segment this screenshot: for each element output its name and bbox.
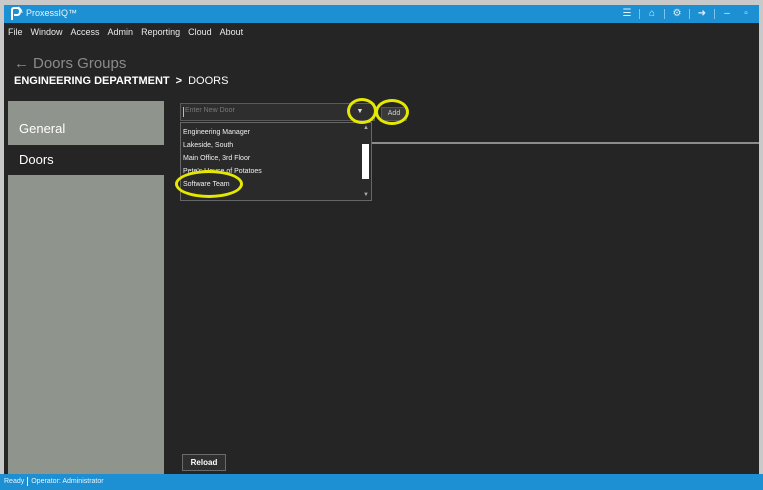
new-door-placeholder: Enter New Door (185, 107, 235, 114)
app-logo-icon (11, 6, 23, 20)
reload-button[interactable]: Reload (182, 454, 226, 471)
scroll-thumb[interactable] (362, 144, 369, 179)
title-bar: ProxessIQ™ ☰ ⌂ ⚙ ➜ – ▫ (4, 5, 759, 23)
list-item[interactable]: Engineering Manager (182, 126, 360, 139)
menu-cloud[interactable]: Cloud (184, 25, 216, 39)
window-title: ProxessIQ™ (26, 8, 78, 18)
dropdown-scrollbar[interactable]: ▲ ▼ (361, 124, 370, 199)
home-icon[interactable]: ⌂ (645, 8, 659, 20)
list-item[interactable]: Lakeside, South (182, 139, 360, 152)
minimize-icon[interactable]: – (720, 8, 734, 20)
breadcrumb-separator: > (175, 75, 183, 87)
menu-access[interactable]: Access (67, 25, 104, 39)
menu-window[interactable]: Window (27, 25, 67, 39)
highlight-circle-dropdown (347, 98, 377, 124)
side-nav: General Doors (8, 101, 164, 474)
new-door-combobox[interactable]: Enter New Door ▼ (180, 103, 375, 121)
back-arrow-icon: ← (14, 55, 29, 72)
scroll-down-icon[interactable]: ▼ (362, 191, 370, 199)
breadcrumb-group[interactable]: ENGINEERING DEPARTMENT (14, 75, 170, 87)
text-caret (183, 107, 184, 117)
list-item[interactable]: Main Office, 3rd Floor (182, 152, 360, 165)
app-window: ProxessIQ™ ☰ ⌂ ⚙ ➜ – ▫ File Window Acces… (4, 5, 759, 485)
highlight-circle-add (375, 99, 409, 125)
menu-icon[interactable]: ☰ (620, 8, 634, 20)
nav-item-doors[interactable]: Doors (8, 145, 164, 175)
breadcrumb: ENGINEERING DEPARTMENT > DOORS (14, 75, 228, 87)
status-state: Ready (4, 478, 25, 485)
nav-item-general[interactable]: General (8, 114, 164, 144)
logout-icon[interactable]: ➜ (695, 8, 709, 20)
menu-about[interactable]: About (216, 25, 248, 39)
status-operator: Operator: Administrator (31, 478, 104, 485)
maximize-icon[interactable]: ▫ (739, 8, 753, 20)
scroll-up-icon[interactable]: ▲ (362, 124, 370, 132)
status-bar: Ready Operator: Administrator (0, 474, 763, 490)
divider (366, 142, 759, 144)
menu-admin[interactable]: Admin (104, 25, 138, 39)
breadcrumb-page: DOORS (188, 75, 229, 87)
menu-file[interactable]: File (4, 25, 27, 39)
back-label: Doors Groups (33, 55, 127, 72)
menu-reporting[interactable]: Reporting (137, 25, 184, 39)
gear-icon[interactable]: ⚙ (670, 8, 684, 20)
menu-bar: File Window Access Admin Reporting Cloud… (4, 25, 247, 39)
back-button[interactable]: ← Doors Groups (14, 55, 126, 72)
highlight-circle-software-team (175, 170, 243, 198)
